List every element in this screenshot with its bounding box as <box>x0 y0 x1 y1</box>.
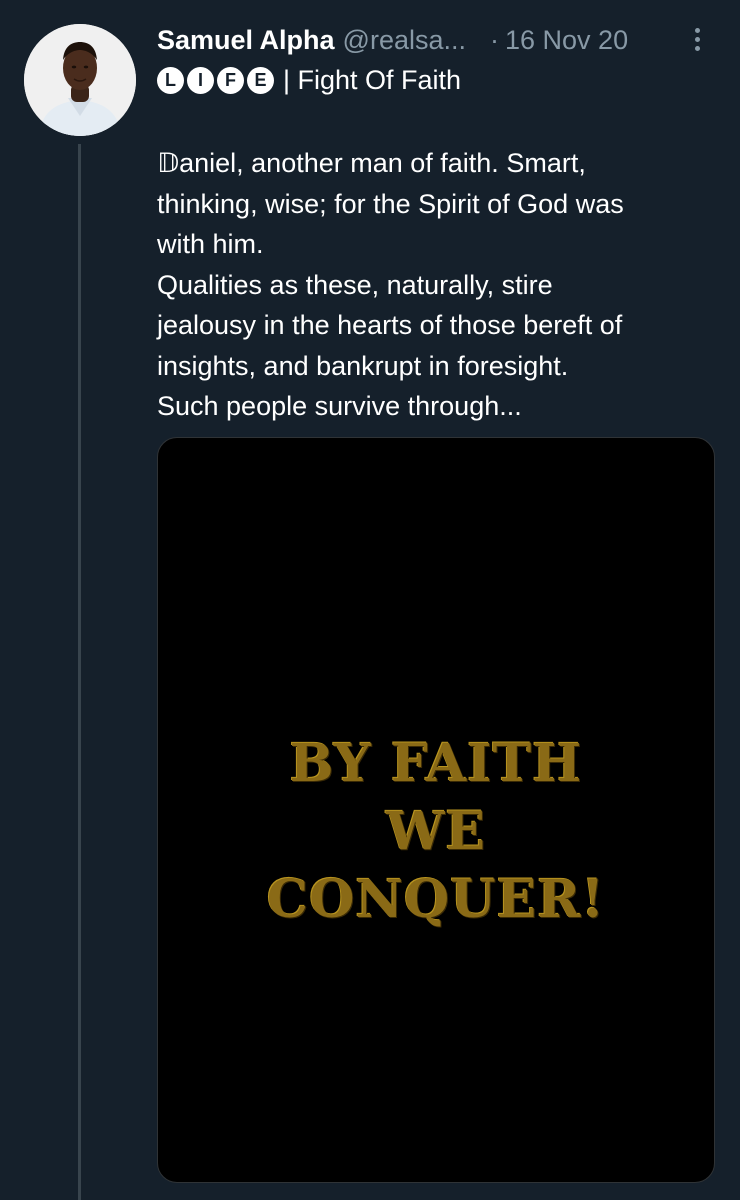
bio-line: L I F E | Fight Of Faith <box>157 60 461 100</box>
bio-subtitle: | Fight Of Faith <box>283 64 462 95</box>
media-caption-line: CONQUER! <box>266 869 606 930</box>
avatar[interactable] <box>24 24 136 136</box>
tweet-text-line: thinking, wise; for the Spirit of God wa… <box>157 188 624 219</box>
display-name[interactable]: Samuel Alpha <box>157 25 335 56</box>
tweet-text-line: Such people survive through... <box>157 391 522 421</box>
tweet-header: Samuel Alpha @realsa... · 16 Nov 20 <box>157 20 717 60</box>
separator-dot: · <box>490 24 499 55</box>
tweet-text-line: jealousy in the hearts of those bereft o… <box>157 310 623 340</box>
badge-letter: F <box>217 66 244 94</box>
badge-letter: I <box>187 66 214 94</box>
more-vertical-icon[interactable] <box>687 24 707 56</box>
tweet-text-line: Qualities as these, naturally, stire <box>157 269 553 300</box>
tweet-text-line: 𝔻aniel, another man of faith. Smart, <box>157 148 586 178</box>
media-caption-line: WE <box>385 801 487 862</box>
tweet-date[interactable]: 16 Nov 20 <box>505 25 628 56</box>
media-caption-line: BY FAITH <box>289 733 583 794</box>
thread-line <box>78 144 81 1200</box>
tweet-text-line: insights, and bankrupt in foresight. <box>157 350 569 381</box>
media-caption: BY FAITH WE CONQUER! <box>158 730 714 934</box>
badge-letter: L <box>157 66 184 94</box>
avatar-photo <box>24 24 136 136</box>
tweet-text: 𝔻aniel, another man of faith. Smart, thi… <box>157 143 717 427</box>
avatar-column <box>24 24 136 1200</box>
tweet-media-image[interactable]: BY FAITH WE CONQUER! <box>157 437 715 1183</box>
user-handle[interactable]: @realsa... <box>343 25 466 56</box>
life-badges: L I F E <box>157 66 277 94</box>
tweet-text-line: with him. <box>157 229 264 259</box>
badge-letter: E <box>247 66 274 94</box>
tweet[interactable]: Samuel Alpha @realsa... · 16 Nov 20 L I … <box>0 0 740 1200</box>
